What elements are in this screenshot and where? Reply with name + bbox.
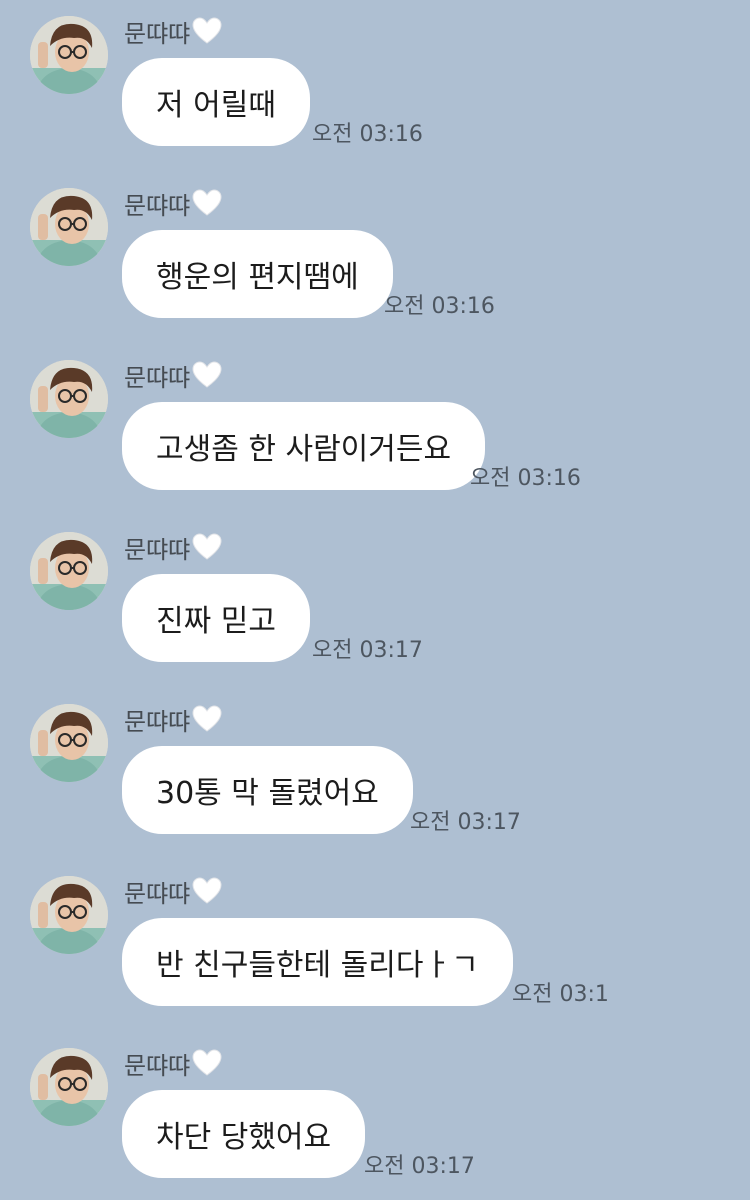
- message-time: 오전 03:16: [312, 122, 423, 147]
- profile-photo: [30, 188, 108, 266]
- message-time: 오전 03:1: [512, 982, 609, 1007]
- avatar[interactable]: [30, 876, 108, 954]
- chat-message-list[interactable]: 문땨땨 저 어릴때 오전 03:16 문땨땨 행운의 편지땜에 오전 03:16…: [0, 0, 750, 1200]
- chat-message: 문땨땨 반 친구들한테 돌리다ㅏㄱ 오전 03:1: [0, 860, 750, 1020]
- profile-photo: [30, 16, 108, 94]
- sender-name: 문땨땨: [124, 879, 191, 908]
- sender-name-row: 문땨땨: [124, 874, 222, 908]
- white-heart-icon: [192, 189, 222, 217]
- profile-photo: [30, 360, 108, 438]
- chat-message: 문땨땨 차단 당했어요 오전 03:17: [0, 1032, 750, 1192]
- message-bubble[interactable]: 고생좀 한 사람이거든요: [122, 402, 486, 490]
- profile-photo: [30, 876, 108, 954]
- message-time: 오전 03:16: [470, 466, 581, 491]
- sender-name-row: 문땨땨: [124, 186, 222, 220]
- profile-photo: [30, 1048, 108, 1126]
- sender-name-row: 문땨땨: [124, 1046, 222, 1080]
- profile-photo: [30, 704, 108, 782]
- chat-message: 문땨땨 진짜 믿고 오전 03:17: [0, 516, 750, 676]
- avatar[interactable]: [30, 704, 108, 782]
- chat-message: 문땨땨 고생좀 한 사람이거든요 오전 03:16: [0, 344, 750, 504]
- sender-name: 문땨땨: [124, 707, 191, 736]
- profile-photo: [30, 532, 108, 610]
- avatar[interactable]: [30, 1048, 108, 1126]
- message-time: 오전 03:17: [364, 1154, 475, 1179]
- chat-message: 문땨땨 30통 막 돌렸어요 오전 03:17: [0, 688, 750, 848]
- white-heart-icon: [192, 361, 222, 389]
- message-bubble[interactable]: 행운의 편지땜에: [122, 230, 393, 318]
- sender-name-row: 문땨땨: [124, 530, 222, 564]
- avatar[interactable]: [30, 188, 108, 266]
- white-heart-icon: [192, 17, 222, 45]
- message-time: 오전 03:16: [384, 294, 495, 319]
- white-heart-icon: [192, 705, 222, 733]
- avatar[interactable]: [30, 360, 108, 438]
- white-heart-icon: [192, 877, 222, 905]
- white-heart-icon: [192, 533, 222, 561]
- white-heart-icon: [192, 1049, 222, 1077]
- message-bubble[interactable]: 저 어릴때: [122, 58, 310, 146]
- sender-name-row: 문땨땨: [124, 14, 222, 48]
- message-time: 오전 03:17: [410, 810, 521, 835]
- sender-name: 문땨땨: [124, 1051, 191, 1080]
- message-bubble[interactable]: 진짜 믿고: [122, 574, 310, 662]
- avatar[interactable]: [30, 16, 108, 94]
- message-time: 오전 03:17: [312, 638, 423, 663]
- sender-name: 문땨땨: [124, 19, 191, 48]
- message-bubble[interactable]: 반 친구들한테 돌리다ㅏㄱ: [122, 918, 513, 1006]
- chat-message: 문땨땨 저 어릴때 오전 03:16: [0, 0, 750, 160]
- sender-name-row: 문땨땨: [124, 358, 222, 392]
- sender-name-row: 문땨땨: [124, 702, 222, 736]
- message-bubble[interactable]: 30통 막 돌렸어요: [122, 746, 413, 834]
- sender-name: 문땨땨: [124, 535, 191, 564]
- message-bubble[interactable]: 차단 당했어요: [122, 1090, 366, 1178]
- avatar[interactable]: [30, 532, 108, 610]
- chat-message: 문땨땨 행운의 편지땜에 오전 03:16: [0, 172, 750, 332]
- sender-name: 문땨땨: [124, 363, 191, 392]
- sender-name: 문땨땨: [124, 191, 191, 220]
